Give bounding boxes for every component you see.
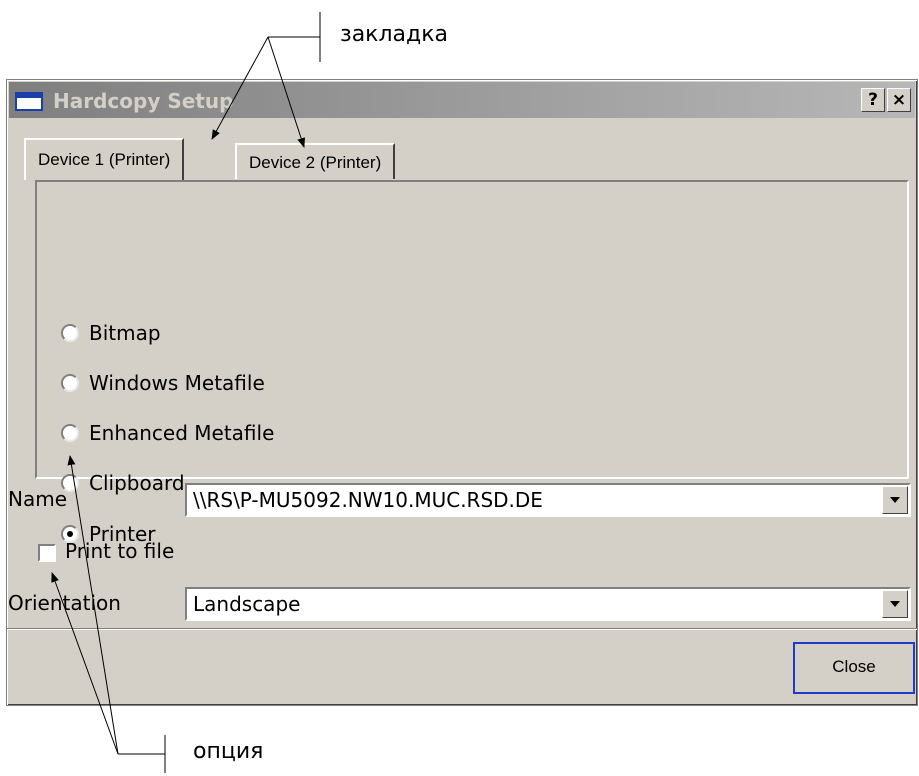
chevron-down-icon [890, 601, 900, 607]
option-windows-metafile[interactable]: Windows Metafile [61, 368, 265, 398]
help-button[interactable]: ? [861, 88, 885, 112]
name-label: Name [8, 487, 68, 511]
window-title: Hardcopy Setup [53, 89, 234, 113]
radio-button[interactable] [61, 424, 79, 442]
orientation-value: Landscape [193, 592, 301, 616]
name-dropdown-button[interactable] [882, 486, 908, 514]
tab-device-1[interactable]: Device 1 (Printer) [24, 138, 185, 180]
print-to-file-label: Print to file [65, 539, 175, 563]
orientation-combobox[interactable]: Landscape [185, 587, 911, 621]
name-combobox[interactable]: \\RS\P-MU5092.NW10.MUC.RSD.DE [185, 483, 911, 517]
output-options-group: Bitmap Windows Metafile Enhanced Metafil… [35, 180, 909, 546]
close-button[interactable]: Close [793, 642, 915, 694]
chevron-down-icon [890, 497, 900, 503]
print-to-file-checkbox[interactable] [38, 544, 56, 562]
option-label: Bitmap [89, 321, 161, 345]
hardcopy-setup-dialog: Hardcopy Setup ? × Device 2 (Printer) De… [6, 79, 918, 706]
option-enhanced-metafile[interactable]: Enhanced Metafile [61, 418, 274, 448]
name-value: \\RS\P-MU5092.NW10.MUC.RSD.DE [193, 488, 543, 512]
radio-button[interactable] [61, 374, 79, 392]
option-bitmap[interactable]: Bitmap [61, 318, 161, 348]
close-window-button[interactable]: × [887, 88, 911, 112]
window-icon [15, 92, 43, 111]
title-bar[interactable]: Hardcopy Setup ? × [9, 82, 915, 118]
orientation-dropdown-button[interactable] [882, 590, 908, 618]
option-label: Windows Metafile [89, 371, 265, 395]
tab-callout-label: закладка [340, 22, 448, 47]
option-label: Clipboard [89, 471, 185, 495]
option-callout-label: опция [193, 739, 264, 764]
button-divider [7, 628, 917, 630]
radio-button[interactable] [61, 324, 79, 342]
tab-device-2[interactable]: Device 2 (Printer) [235, 143, 396, 179]
orientation-label: Orientation [8, 591, 121, 615]
option-label: Enhanced Metafile [89, 421, 275, 445]
option-clipboard[interactable]: Clipboard [61, 468, 185, 498]
